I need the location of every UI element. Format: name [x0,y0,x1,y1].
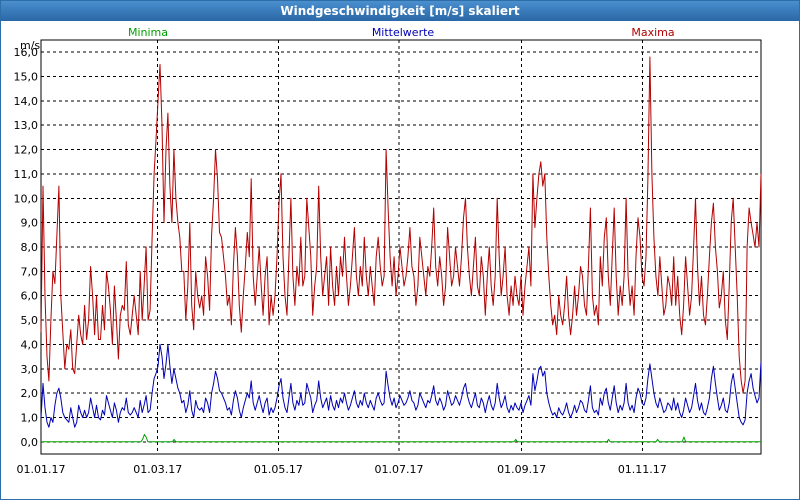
y-tick-label: 12,0 [14,144,39,157]
y-tick-label: 8,0 [21,241,39,254]
y-tick-label: 10,0 [14,192,39,205]
legend-entry: Minima [128,26,168,39]
chart-canvas: 0,0 1,0 2,0 3,0 4,0 5,0 6,0 7,0 8,0 9,0 10,0 11,0 12… [14,26,762,476]
window-title: Windgeschwindigkeit [m/s] skaliert [1,1,799,21]
y-tick-label: 7,0 [21,265,39,278]
y-tick-label: 1,0 [21,411,39,424]
x-tick-label: 01.05.17 [254,463,303,476]
y-tick-label: 4,0 [21,338,39,351]
legend: Minima Mittelwerte Maxima [128,26,675,39]
grid [41,40,761,454]
series-line-minima [41,434,761,443]
y-tick-label: 11,0 [14,168,39,181]
y-tick-label: 3,0 [21,363,39,376]
y-tick-label: 15,0 [14,71,39,84]
y-tick-label: 2,0 [21,387,39,400]
legend-entry: Maxima [631,26,674,39]
x-tick-label: 01.01.17 [17,463,66,476]
series-lines [40,56,762,443]
x-tick-label: 01.11.17 [618,463,667,476]
x-tick-label: 01.09.17 [497,463,546,476]
x-tick-label: 01.07.17 [375,463,424,476]
y-tick-label: 9,0 [21,217,39,230]
y-tick-label: 5,0 [21,314,39,327]
series-line-mittelwerte [40,343,762,428]
legend-entry: Mittelwerte [372,26,435,39]
y-tick-label: 13,0 [14,119,39,132]
y-axis-unit: m/s [20,39,40,52]
x-tick-label: 01.03.17 [133,463,182,476]
chart-window: Windgeschwindigkeit [m/s] skaliert 0,0 1,… [0,0,800,500]
series-line-maxima [40,56,762,394]
y-tick-label: 14,0 [14,95,39,108]
y-tick-label: 0,0 [21,436,39,449]
y-tick-label: 6,0 [21,290,39,303]
